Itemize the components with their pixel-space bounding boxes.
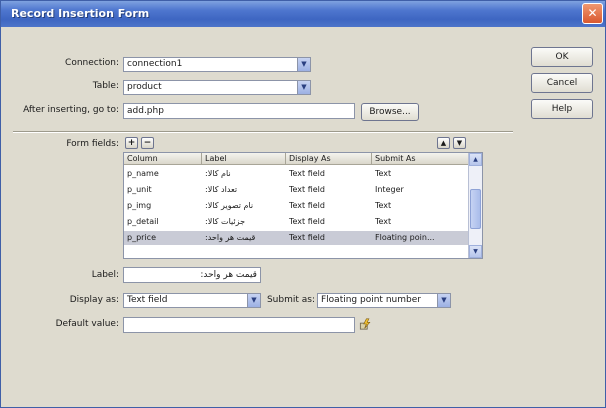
plus-icon: + [127,138,136,148]
connection-value: connection1 [127,59,183,69]
close-icon: ✕ [587,6,598,20]
submit-as-select[interactable]: Floating point number ▼ [317,293,451,308]
arrow-up-icon: ▲ [440,139,447,147]
cancel-button[interactable]: Cancel [531,73,593,93]
dialog-title: Record Insertion Form [11,7,150,20]
cell-column: p_detail [127,217,159,226]
submit-as-label: Submit as: [266,295,315,305]
dialog-body: OK Cancel Help Connection: connection1 ▼… [5,27,601,405]
connection-label: Connection: [65,58,119,68]
cell-display-as: Text field [289,185,325,194]
cell-submit-as: Integer [375,185,404,194]
cell-display-as: Text field [289,233,325,242]
cell-label: نام کالا: [205,169,231,178]
minus-icon: − [143,138,152,148]
field-label-input[interactable]: قیمت هر واحد: [123,267,261,283]
table-row-selected[interactable]: p_price قیمت هر واحد: Text field Floatin… [124,231,469,245]
chevron-down-icon[interactable]: ▼ [297,81,310,94]
display-as-label: Display as: [69,295,119,305]
cell-label: نام تصویر کالا: [205,201,254,210]
table-label: Table: [92,81,119,91]
chevron-down-icon[interactable]: ▼ [437,294,450,307]
cell-column: p_name [127,169,159,178]
move-up-button[interactable]: ▲ [437,137,450,149]
cell-column: p_img [127,201,152,210]
table-select[interactable]: product ▼ [123,80,311,95]
default-value-input[interactable] [123,317,355,333]
help-button[interactable]: Help [531,99,593,119]
cell-submit-as: Text [375,169,392,178]
column-header-submit-as[interactable]: Submit As [372,153,469,165]
display-as-value: Text field [127,295,168,305]
table-header: Column Label Display As Submit As [124,153,469,165]
cell-display-as: Text field [289,169,325,178]
cell-column: p_price [127,233,156,242]
remove-field-button[interactable]: − [141,137,154,149]
cell-label: جزئیات کالا: [205,217,246,226]
record-insertion-dialog: Record Insertion Form ✕ OK Cancel Help C… [0,0,606,408]
cell-submit-as: Text [375,217,392,226]
cell-label: تعداد کالا: [205,185,238,194]
cell-submit-as: Text [375,201,392,210]
field-label-label: Label: [91,270,119,280]
cell-submit-as: Floating poin... [375,233,435,242]
ok-button[interactable]: OK [531,47,593,67]
table-value: product [127,82,162,92]
table-row[interactable]: p_name نام کالا: Text field Text [124,167,469,181]
connection-select[interactable]: connection1 ▼ [123,57,311,72]
form-fields-label: Form fields: [66,139,119,149]
form-fields-table[interactable]: Column Label Display As Submit As p_name… [123,152,483,259]
column-header-column[interactable]: Column [124,153,202,165]
cell-display-as: Text field [289,217,325,226]
table-row[interactable]: p_img نام تصویر کالا: Text field Text [124,199,469,213]
cell-display-as: Text field [289,201,325,210]
dynamic-data-button[interactable] [359,318,373,332]
title-bar[interactable]: Record Insertion Form ✕ [1,1,605,27]
cell-label: قیمت هر واحد: [205,233,256,242]
move-down-button[interactable]: ▼ [453,137,466,149]
table-row[interactable]: p_detail جزئیات کالا: Text field Text [124,215,469,229]
column-header-display-as[interactable]: Display As [286,153,372,165]
scroll-up-icon[interactable]: ▲ [469,153,482,166]
arrow-down-icon: ▼ [456,139,463,147]
after-inserting-label: After inserting, go to: [23,105,119,115]
display-as-select[interactable]: Text field ▼ [123,293,261,308]
scroll-thumb[interactable] [470,189,481,229]
cell-column: p_unit [127,185,152,194]
vertical-scrollbar[interactable]: ▲ ▼ [468,153,482,258]
separator [13,131,513,133]
submit-as-value: Floating point number [321,295,421,305]
scroll-down-icon[interactable]: ▼ [469,245,482,258]
table-row[interactable]: p_unit تعداد کالا: Text field Integer [124,183,469,197]
browse-button[interactable]: Browse... [361,103,419,121]
column-header-label[interactable]: Label [202,153,286,165]
lightning-icon [359,318,371,330]
chevron-down-icon[interactable]: ▼ [297,58,310,71]
after-inserting-input[interactable]: add.php [123,103,355,119]
close-button[interactable]: ✕ [582,3,603,24]
default-value-label: Default value: [55,319,119,329]
add-field-button[interactable]: + [125,137,138,149]
chevron-down-icon[interactable]: ▼ [247,294,260,307]
